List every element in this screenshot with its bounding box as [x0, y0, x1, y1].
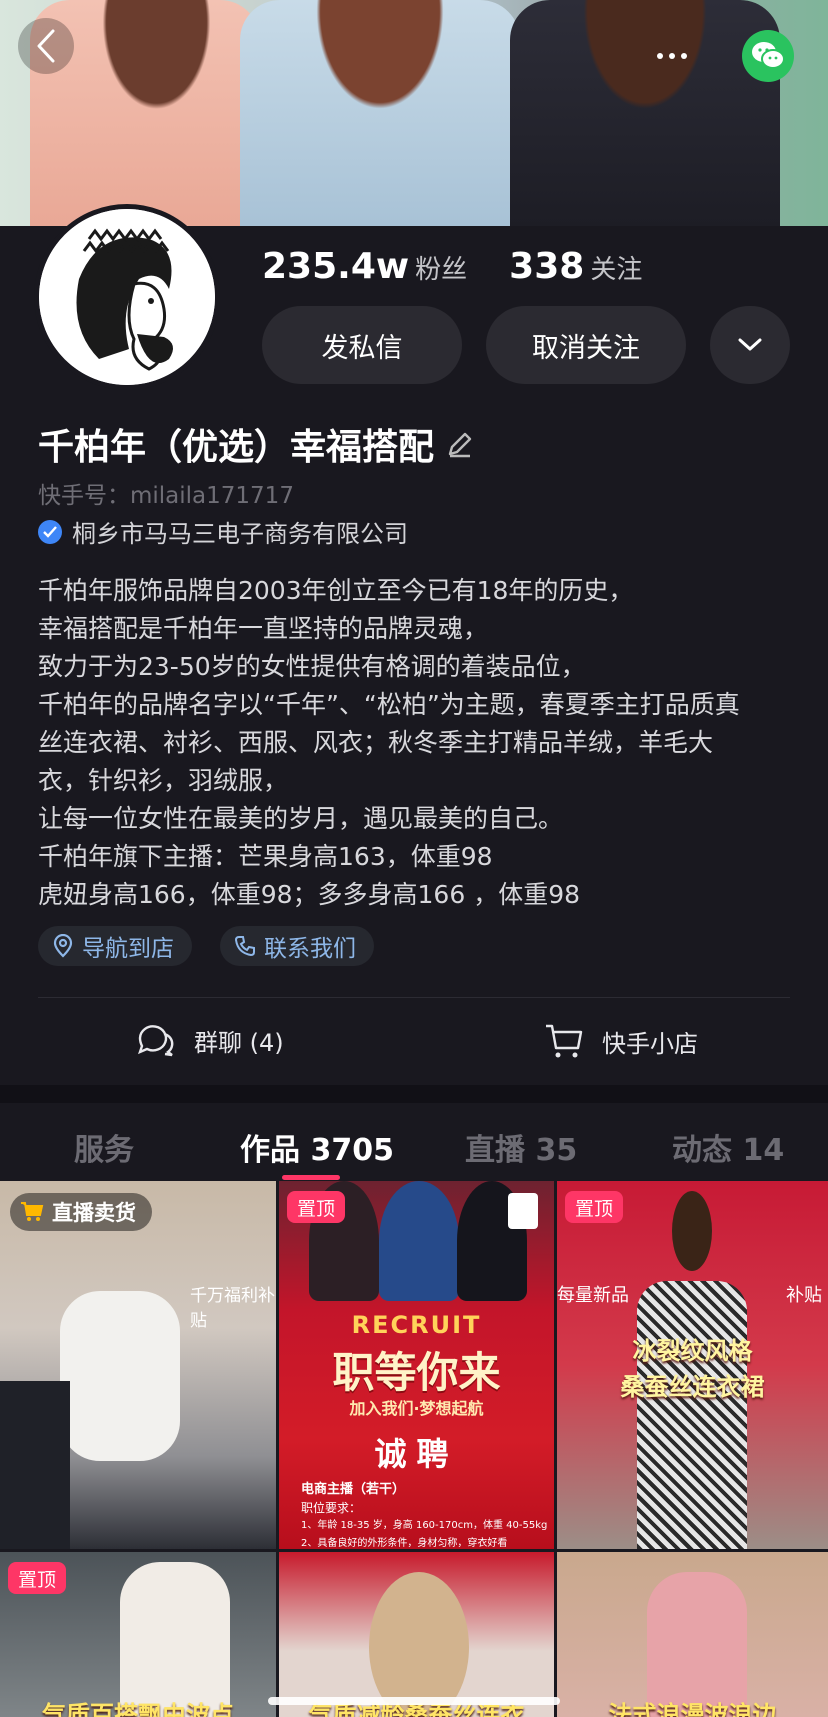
tab-moments[interactable]: 动态 14 [672, 1125, 784, 1169]
verified-company-name: 桐乡市马马三电子商务有限公司 [72, 520, 408, 548]
following-label[interactable]: 关注 [590, 249, 642, 286]
followers-count[interactable]: 235.4w [262, 246, 409, 287]
product-image [60, 1291, 180, 1461]
send-message-button[interactable]: 发私信 [262, 306, 462, 384]
contact-us-label: 联系我们 [264, 936, 356, 962]
unfollow-button[interactable]: 取消关注 [486, 306, 686, 384]
kuaishou-id[interactable]: 快手号：milaila171717 [38, 476, 294, 510]
bio-line: 衣，针织衫，羽绒服， [38, 766, 289, 795]
avatar-illustration [39, 209, 215, 385]
edit-pencil-icon[interactable] [446, 430, 474, 458]
profile-name: 千柏年（优选）幸福搭配 [38, 427, 435, 468]
group-chat-label: 群聊 (4) [194, 1028, 284, 1057]
location-pin-icon [53, 934, 73, 958]
cart-icon [21, 1202, 44, 1221]
tab-services[interactable]: 服务 [74, 1125, 134, 1169]
tab-works[interactable]: 作品 3705 [240, 1125, 394, 1169]
video-card[interactable]: 气质减龄桑蚕丝连衣 [279, 1552, 554, 1717]
video-caption: 法式浪漫波浪边 [608, 1701, 777, 1717]
video-card[interactable]: 每量新品 补贴 冰裂纹风格 桑蚕丝连衣裙 置顶 [557, 1181, 828, 1549]
live-selling-label: 直播卖货 [52, 1201, 136, 1225]
bio-line: 丝连衣裙、衬衫、西服、风衣；秋冬季主打精品羊绒，羊毛大 [38, 728, 714, 757]
bio-line: 虎妞身高166，体重98；多多身高166 ，体重98 [38, 880, 581, 909]
hiring-label: 诚聘 [374, 1435, 459, 1473]
kuaishou-shop-label: 快手小店 [602, 1029, 698, 1058]
following-count[interactable]: 338 [509, 246, 584, 287]
model-image [120, 1562, 230, 1717]
avatar[interactable] [34, 204, 220, 390]
back-button[interactable] [18, 18, 74, 74]
video-caption: 气质百搭飘由波点 [42, 1701, 234, 1717]
note-icon [508, 1193, 538, 1229]
profile-bio: 千柏年服饰品牌自2003年创立至今已有18年的历史， 幸福搭配是千柏年一直坚持的… [38, 572, 798, 914]
bio-line: 千柏年的品牌名字以“千年”、“松柏”为主题，春夏季主打品质真 [38, 690, 740, 719]
dress-image [637, 1281, 747, 1549]
navigate-to-store-chip[interactable]: 导航到店 [38, 926, 192, 966]
product-title-line1: 冰裂纹风格 [632, 1337, 753, 1365]
active-tab-indicator [282, 1175, 340, 1180]
followers-label[interactable]: 粉丝 [415, 249, 467, 286]
recruit-slogan: 职等你来 [332, 1348, 501, 1397]
recruit-title: RECRUIT [351, 1311, 482, 1339]
bio-line: 千柏年旗下主播：芒果身高163，体重98 [38, 842, 493, 871]
divider [38, 997, 790, 998]
card-text: 每量新品 [557, 1285, 629, 1306]
verified-badge-icon [38, 519, 62, 544]
video-card[interactable]: 千万福利补贴 直播卖货 [0, 1181, 276, 1549]
pinned-badge: 置顶 [8, 1562, 67, 1594]
navigate-to-store-label: 导航到店 [82, 936, 174, 962]
bio-line: 让每一位女性在最美的岁月，遇见最美的自己。 [38, 804, 564, 833]
profile-name-row: 千柏年（优选）幸福搭配 [38, 418, 474, 470]
pinned-badge: 置顶 [565, 1191, 624, 1223]
tab-live[interactable]: 直播 35 [465, 1125, 577, 1169]
shopping-cart-icon [546, 1024, 583, 1058]
live-selling-badge: 直播卖货 [10, 1193, 152, 1231]
card-text: 千万福利补贴 [190, 1286, 275, 1331]
more-options-button[interactable] [640, 28, 704, 84]
video-card[interactable]: RECRUIT 职等你来 加入我们·梦想起航 诚聘 电商主播（若干） 职位要求：… [279, 1181, 554, 1549]
ellipsis-icon [657, 53, 663, 59]
kuaishou-shop-button[interactable]: 快手小店 [544, 1022, 698, 1060]
content-tabs: 服务 作品 3705 直播 35 动态 14 [0, 1103, 828, 1181]
group-chat-button[interactable]: 群聊 (4) [136, 1022, 284, 1058]
contact-us-chip[interactable]: 联系我们 [220, 926, 374, 966]
recruit-subtitle: 加入我们·梦想起航 [349, 1399, 484, 1418]
card-text: 补贴 [786, 1285, 822, 1306]
job-requirements: 电商主播（若干） 职位要求： 1、年龄 18-35 岁，身高 160-170cm… [301, 1482, 548, 1549]
chat-bubble-icon [138, 1025, 174, 1057]
cover-person-center [240, 0, 520, 226]
chevron-down-icon [738, 338, 762, 351]
verified-company[interactable]: 桐乡市马马三电子商务有限公司 [38, 514, 408, 549]
video-card[interactable]: 置顶 气质百搭飘由波点 [0, 1552, 276, 1717]
profile-stats: 235.4w 粉丝 338 关注 [262, 246, 642, 287]
bio-line: 千柏年服饰品牌自2003年创立至今已有18年的历史， [38, 576, 634, 605]
bio-line: 幸福搭配是千柏年一直坚持的品牌灵魂， [38, 614, 489, 643]
pinned-badge: 置顶 [287, 1191, 346, 1223]
works-grid: 千万福利补贴 直播卖货 RECRUIT 职等你来 加入我们·梦想起航 诚聘 电商… [0, 1181, 828, 1717]
phone-icon [234, 936, 255, 957]
bio-line: 致力于为23-50岁的女性提供有格调的着装品位， [38, 652, 586, 681]
chevron-left-icon [37, 29, 55, 63]
video-card[interactable]: 法式浪漫波浪边 [557, 1552, 828, 1717]
expand-recommendations-button[interactable] [710, 306, 790, 384]
wechat-share-button[interactable] [742, 30, 794, 82]
product-title-line2: 桑蚕丝连衣裙 [620, 1373, 765, 1401]
section-separator [0, 1085, 828, 1103]
home-indicator [268, 1697, 560, 1705]
wechat-icon [752, 42, 785, 69]
